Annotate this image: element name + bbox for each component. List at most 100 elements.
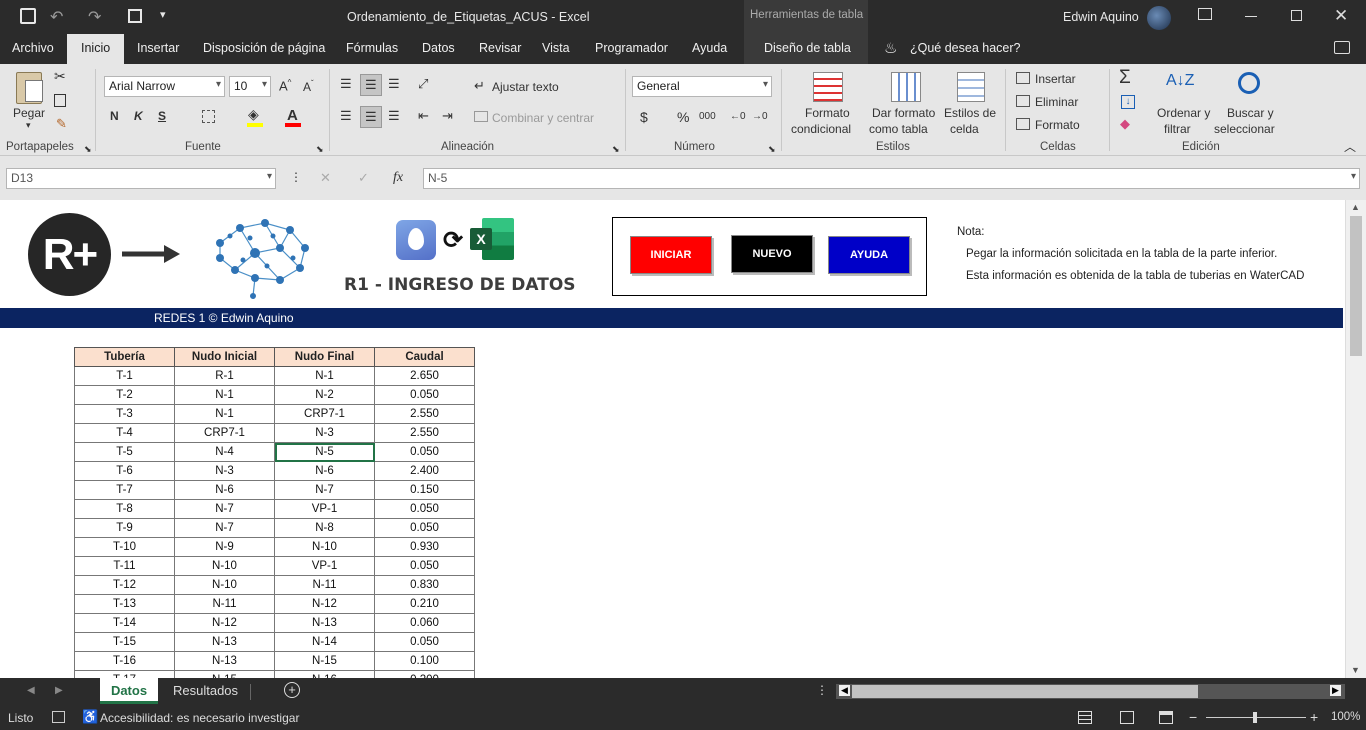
underline-button[interactable]: S bbox=[158, 109, 166, 123]
search-icon[interactable] bbox=[1238, 72, 1260, 94]
fill-icon[interactable]: ↓ bbox=[1121, 95, 1135, 109]
shrink-font-icon[interactable]: Aˇ bbox=[303, 79, 314, 94]
table-cell[interactable]: 0.200 bbox=[374, 670, 475, 678]
table-cell[interactable]: T-5 bbox=[74, 442, 175, 462]
table-cell[interactable]: T-12 bbox=[74, 575, 175, 595]
tab-ayuda[interactable]: Ayuda bbox=[692, 41, 727, 55]
table-cell[interactable]: T-15 bbox=[74, 632, 175, 652]
increase-decimal-icon[interactable]: ←0 bbox=[730, 111, 746, 122]
ribbon-display-icon[interactable] bbox=[1198, 8, 1212, 20]
delete-cells-icon[interactable] bbox=[1016, 95, 1030, 107]
table-cell[interactable]: VP-1 bbox=[274, 499, 375, 519]
percent-button[interactable]: % bbox=[677, 109, 689, 125]
portapapeles-launcher-icon[interactable]: ⬊ bbox=[84, 144, 92, 155]
customize-qat-icon[interactable]: ▾ bbox=[160, 8, 166, 21]
tell-me-search[interactable]: ¿Qué desea hacer? bbox=[910, 41, 1021, 55]
table-cell[interactable]: T-11 bbox=[74, 556, 175, 576]
table-cell[interactable]: T-4 bbox=[74, 423, 175, 443]
scroll-up-icon[interactable]: ▲ bbox=[1351, 202, 1360, 212]
tab-vista[interactable]: Vista bbox=[542, 41, 570, 55]
table-cell[interactable]: 0.050 bbox=[374, 518, 475, 538]
insert-button[interactable]: Insertar bbox=[1035, 72, 1076, 86]
table-cell[interactable]: N-7 bbox=[274, 480, 375, 500]
increase-indent-icon[interactable]: ⇥ bbox=[442, 108, 453, 124]
alineacion-launcher-icon[interactable]: ⬊ bbox=[612, 144, 620, 155]
more-options-icon[interactable]: ⋮ bbox=[290, 170, 302, 184]
table-cell[interactable]: T-2 bbox=[74, 385, 175, 405]
page-break-icon[interactable] bbox=[1159, 711, 1173, 724]
start-button[interactable]: INICIAR bbox=[630, 236, 712, 274]
header-nudo-final[interactable]: Nudo Final bbox=[274, 347, 375, 367]
align-left-icon[interactable]: ☰ bbox=[340, 108, 352, 124]
format-as-table-icon[interactable] bbox=[891, 72, 921, 102]
table-cell[interactable]: T-13 bbox=[74, 594, 175, 614]
table-cell[interactable]: T-8 bbox=[74, 499, 175, 519]
cell-styles-button[interactable]: Estilos de bbox=[944, 106, 996, 120]
table-cell[interactable]: 0.150 bbox=[374, 480, 475, 500]
delete-button[interactable]: Eliminar bbox=[1035, 95, 1078, 109]
tab-inicio[interactable]: Inicio bbox=[67, 34, 125, 65]
align-right-icon[interactable]: ☰ bbox=[388, 108, 400, 124]
table-cell[interactable]: N-13 bbox=[274, 613, 375, 633]
paste-button[interactable]: Pegar bbox=[13, 106, 45, 120]
table-cell[interactable]: N-10 bbox=[274, 537, 375, 557]
conditional-format-button-line2[interactable]: condicional bbox=[791, 122, 851, 136]
sheet-tab-datos[interactable]: Datos bbox=[100, 678, 158, 704]
table-cell[interactable]: 0.100 bbox=[374, 651, 475, 671]
table-cell[interactable]: N-6 bbox=[274, 461, 375, 481]
tab-programador[interactable]: Programador bbox=[595, 41, 668, 55]
new-button[interactable]: NUEVO bbox=[731, 235, 813, 273]
insert-cells-icon[interactable] bbox=[1016, 72, 1030, 84]
find-select-button[interactable]: Buscar y bbox=[1227, 106, 1274, 120]
table-cell[interactable]: T-10 bbox=[74, 537, 175, 557]
format-painter-icon[interactable]: ✎ bbox=[56, 116, 67, 132]
restore-icon[interactable] bbox=[1291, 10, 1302, 21]
table-cell[interactable]: 0.050 bbox=[374, 499, 475, 519]
table-cell[interactable]: N-1 bbox=[174, 404, 275, 424]
table-cell[interactable]: N-7 bbox=[174, 518, 275, 538]
align-bottom-icon[interactable]: ☰ bbox=[388, 76, 400, 92]
table-cell[interactable]: N-11 bbox=[174, 594, 275, 614]
add-sheet-icon[interactable]: + bbox=[284, 682, 300, 698]
numero-launcher-icon[interactable]: ⬊ bbox=[768, 144, 776, 155]
table-cell[interactable]: N-14 bbox=[274, 632, 375, 652]
save-as-icon[interactable] bbox=[128, 9, 142, 23]
table-cell[interactable]: 0.050 bbox=[374, 385, 475, 405]
table-cell[interactable]: VP-1 bbox=[274, 556, 375, 576]
table-cell[interactable]: N-13 bbox=[174, 632, 275, 652]
table-cell[interactable]: T-17 bbox=[74, 670, 175, 678]
table-cell[interactable]: T-3 bbox=[74, 404, 175, 424]
table-cell[interactable]: N-1 bbox=[174, 385, 275, 405]
currency-button[interactable]: $ bbox=[640, 109, 648, 125]
format-button[interactable]: Formato bbox=[1035, 118, 1080, 132]
copy-icon[interactable] bbox=[54, 94, 66, 107]
cell-styles-icon[interactable] bbox=[957, 72, 985, 102]
tab-revisar[interactable]: Revisar bbox=[479, 41, 521, 55]
cut-icon[interactable]: ✂ bbox=[54, 68, 66, 85]
tab-diseno-tabla[interactable]: Diseño de tabla bbox=[764, 41, 851, 55]
horizontal-scrollbar[interactable]: ◀ ▶ bbox=[836, 684, 1345, 699]
decrease-decimal-icon[interactable]: →0 bbox=[752, 111, 768, 122]
table-cell[interactable]: N-15 bbox=[174, 670, 275, 678]
accessibility-icon[interactable]: ♿ bbox=[82, 709, 98, 725]
header-caudal[interactable]: Caudal bbox=[374, 347, 475, 367]
table-cell[interactable]: N-12 bbox=[174, 613, 275, 633]
autosum-icon[interactable]: Σ bbox=[1119, 67, 1131, 89]
tab-insertar[interactable]: Insertar bbox=[137, 41, 179, 55]
selected-cell[interactable]: N-5 bbox=[274, 442, 375, 462]
table-cell[interactable]: N-15 bbox=[274, 651, 375, 671]
collapse-ribbon-icon[interactable]: ︿ bbox=[1344, 138, 1356, 155]
table-cell[interactable]: 0.050 bbox=[374, 632, 475, 652]
tab-archivo[interactable]: Archivo bbox=[12, 41, 54, 55]
merge-center-icon[interactable] bbox=[474, 111, 488, 122]
table-cell[interactable]: 0.050 bbox=[374, 442, 475, 462]
tab-formulas[interactable]: Fórmulas bbox=[346, 41, 398, 55]
normal-view-icon[interactable] bbox=[1078, 711, 1092, 724]
save-icon[interactable] bbox=[20, 8, 36, 24]
prev-sheet-icon[interactable]: ◀ bbox=[27, 685, 35, 696]
table-cell[interactable]: N-11 bbox=[274, 575, 375, 595]
help-button[interactable]: AYUDA bbox=[828, 236, 910, 274]
sort-filter-button[interactable]: Ordenar y bbox=[1157, 106, 1210, 120]
table-cell[interactable]: N-9 bbox=[174, 537, 275, 557]
table-cell[interactable]: N-7 bbox=[174, 499, 275, 519]
